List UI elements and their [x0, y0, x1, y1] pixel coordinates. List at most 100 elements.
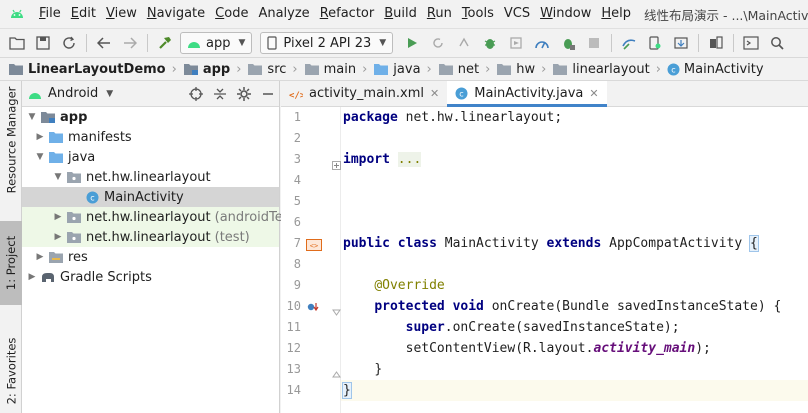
save-all-icon[interactable] [32, 32, 54, 54]
fold-icon[interactable] [331, 307, 341, 317]
menu-help[interactable]: Help [596, 0, 636, 28]
apply-code-changes-icon[interactable] [453, 32, 475, 54]
close-icon[interactable]: ✕ [589, 87, 598, 100]
menu-analyze[interactable]: Analyze [253, 0, 314, 28]
folder-icon [248, 63, 263, 75]
breadcrumb-project[interactable]: LinearLayoutDemo › [8, 62, 183, 77]
menu-navigate[interactable]: Navigate [142, 0, 210, 28]
sdk-manager-icon[interactable] [670, 32, 692, 54]
activity-layout-link-icon[interactable]: <> [306, 239, 322, 251]
run-configuration-select[interactable]: app ▼ [180, 32, 253, 54]
line-number: 8 [293, 257, 301, 271]
collapsed-arrow-icon[interactable]: ▶ [52, 212, 64, 222]
sync-icon[interactable] [58, 32, 80, 54]
stop-icon[interactable] [583, 32, 605, 54]
tool-window-project[interactable]: 1: Project [0, 221, 22, 305]
breadcrumb-app[interactable]: app › [183, 62, 248, 77]
make-project-hammer-icon[interactable] [154, 32, 176, 54]
line-number: 12 [286, 341, 301, 355]
minimize-icon[interactable] [261, 87, 275, 101]
tree-item-package-main[interactable]: ▼ net.hw.linearlayout [22, 167, 279, 187]
tree-item-mainactivity[interactable]: c MainActivity [22, 187, 279, 207]
menu-build[interactable]: Build [379, 0, 422, 28]
collapsed-arrow-icon[interactable]: ▶ [26, 272, 38, 282]
line-number: 7 [293, 236, 301, 250]
search-icon[interactable] [766, 32, 788, 54]
menu-window[interactable]: Window [535, 0, 596, 28]
menu-view[interactable]: View [101, 0, 142, 28]
collapse-all-icon[interactable] [213, 87, 227, 101]
menu-run[interactable]: Run [422, 0, 457, 28]
run-play-icon[interactable] [401, 32, 423, 54]
project-tool-window: Android ▼ ▼ app ▶ manifests ▼ java ▼ net… [22, 81, 300, 413]
attach-debugger-icon[interactable] [557, 32, 579, 54]
breadcrumb-mainactivity[interactable]: c MainActivity [667, 62, 764, 77]
toolbar-divider [698, 34, 700, 52]
expanded-arrow-icon[interactable]: ▼ [34, 152, 46, 162]
menu-code[interactable]: Code [210, 0, 253, 28]
device-select[interactable]: Pixel 2 API 23 ▼ [260, 32, 394, 54]
override-method-icon[interactable] [306, 301, 320, 313]
back-arrow-icon[interactable] [93, 32, 115, 54]
tab-activity-main-xml[interactable]: </> activity_main.xml ✕ [281, 81, 447, 106]
breadcrumb-net[interactable]: net › [438, 62, 497, 77]
breadcrumb-java[interactable]: java › [373, 62, 437, 77]
tool-window-favorites[interactable]: 2: Favorites [0, 329, 22, 413]
chevron-right-icon: › [426, 61, 432, 77]
tree-item-java[interactable]: ▼ java [22, 147, 279, 167]
project-structure-icon[interactable] [705, 32, 727, 54]
menu-vcs[interactable]: VCS [499, 0, 535, 28]
collapsed-arrow-icon[interactable]: ▶ [34, 132, 46, 142]
breadcrumb-hw[interactable]: hw › [496, 62, 552, 77]
forward-arrow-icon[interactable] [119, 32, 141, 54]
tool-window-resource-manager[interactable]: Resource Manager [0, 87, 22, 194]
expanded-arrow-icon[interactable]: ▼ [26, 112, 38, 122]
debug-bug-icon[interactable] [479, 32, 501, 54]
gradle-sync-icon[interactable] [618, 32, 640, 54]
folded-imports[interactable]: ... [397, 152, 422, 167]
code-area[interactable]: package net.hw.linearlayout; import ... … [341, 107, 808, 413]
toolbar-divider [147, 34, 148, 52]
breadcrumb-main[interactable]: main › [304, 62, 374, 77]
editor-gutter[interactable]: 1 2 3 4 5 6 7 8 9 10 11 12 13 14 <> [281, 107, 341, 413]
breadcrumb-src[interactable]: src › [247, 62, 303, 77]
open-folder-icon[interactable] [6, 32, 28, 54]
chevron-right-icon: › [485, 61, 491, 77]
project-view-mode-select[interactable]: Android [48, 86, 98, 101]
run-with-coverage-icon[interactable] [505, 32, 527, 54]
close-icon[interactable]: ✕ [430, 87, 439, 100]
tree-item-package-test[interactable]: ▶ net.hw.linearlayout (test) [22, 227, 279, 247]
tree-item-gradle-scripts[interactable]: ▶ Gradle Scripts [22, 267, 279, 287]
locate-target-icon[interactable] [189, 86, 203, 101]
fold-icon[interactable] [331, 160, 341, 170]
source-folder-icon [374, 63, 389, 75]
line-number: 6 [293, 215, 301, 229]
tree-item-app[interactable]: ▼ app [22, 107, 279, 127]
chevron-right-icon: › [171, 61, 177, 77]
fold-icon[interactable] [331, 369, 341, 379]
expanded-arrow-icon[interactable]: ▼ [52, 172, 64, 182]
main-toolbar: app ▼ Pixel 2 API 23 ▼ [0, 28, 808, 57]
profile-gauge-icon[interactable] [531, 32, 553, 54]
tree-item-package-androidtest[interactable]: ▶ net.hw.linearlayout (androidTest) [22, 207, 300, 227]
menu-edit[interactable]: Edit [66, 0, 101, 28]
line-number: 14 [286, 383, 301, 397]
menu-file[interactable]: File [34, 0, 66, 28]
menu-refactor[interactable]: Refactor [315, 0, 380, 28]
chevron-down-icon[interactable]: ▼ [106, 89, 113, 99]
tree-item-manifests[interactable]: ▶ manifests [22, 127, 279, 147]
tab-mainactivity-java[interactable]: c MainActivity.java ✕ [447, 81, 608, 107]
collapsed-arrow-icon[interactable]: ▶ [52, 232, 64, 242]
apply-changes-icon[interactable] [427, 32, 449, 54]
module-folder-icon [183, 63, 198, 75]
layout-inspector-icon[interactable] [740, 32, 762, 54]
collapsed-arrow-icon[interactable]: ▶ [34, 252, 46, 262]
breadcrumb-linearlayout[interactable]: linearlayout › [552, 62, 667, 77]
gear-icon[interactable] [237, 86, 251, 101]
menu-tools[interactable]: Tools [457, 0, 499, 28]
avd-manager-icon[interactable] [644, 32, 666, 54]
tree-item-res[interactable]: ▶ res [22, 247, 279, 267]
navigation-breadcrumb: LinearLayoutDemo › app › src › main › ja… [0, 57, 808, 81]
text-cursor [350, 383, 352, 398]
